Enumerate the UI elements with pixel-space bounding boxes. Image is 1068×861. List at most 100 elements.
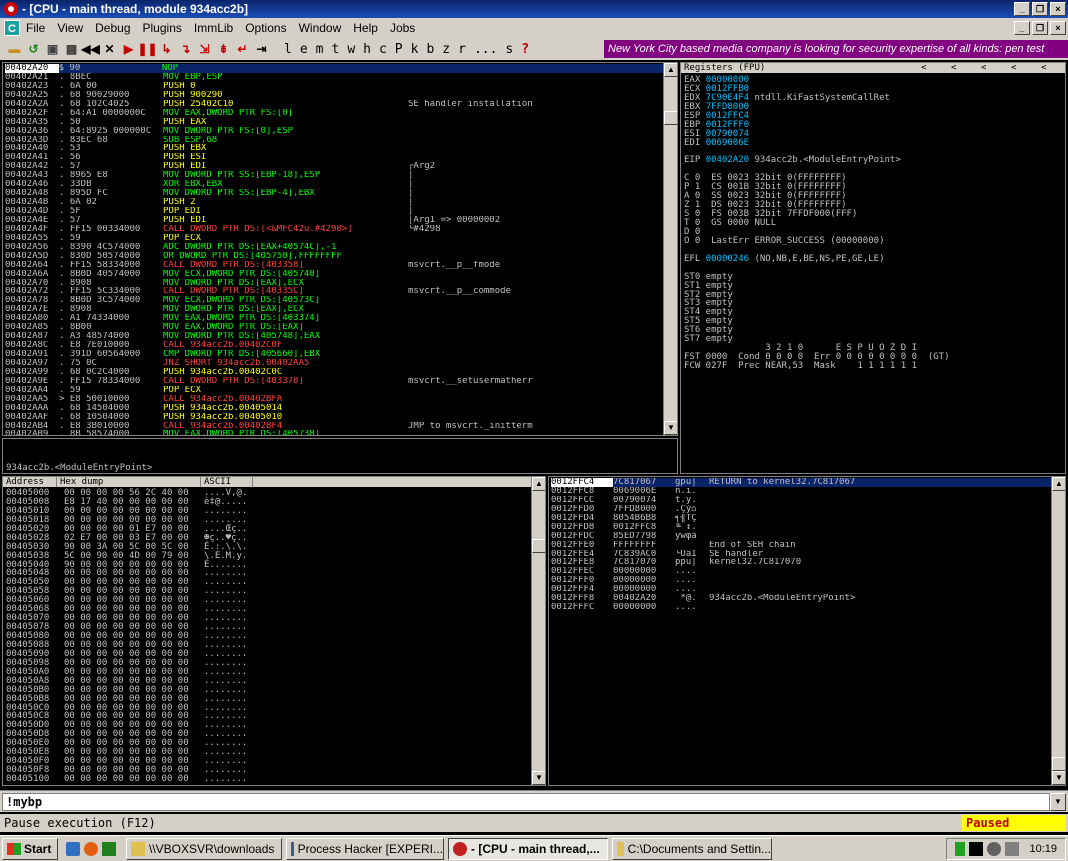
source-button[interactable]: s xyxy=(505,42,513,57)
disasm-row[interactable]: 00402A99 . 68 0C2C4000 PUSH 934acc2b.00402… xyxy=(5,368,663,377)
disassembly-scrollbar[interactable]: ▲ ▼ xyxy=(663,63,677,435)
step-over-icon[interactable]: ↴ xyxy=(177,40,194,58)
dump-header-hex[interactable]: Hex dump xyxy=(57,477,201,487)
title-bar[interactable]: - [CPU - main thread, module 934acc2b] _… xyxy=(0,0,1068,18)
disasm-row[interactable]: 00402A72 . FF15 5C334000 CALL DWORD PTR DS… xyxy=(5,287,663,296)
child-minimize-button[interactable]: _ xyxy=(1014,21,1030,35)
menu-options[interactable]: Options xyxy=(245,21,286,35)
call-stack-button[interactable]: k xyxy=(411,42,419,57)
reg-nav-arrow-icon[interactable]: < xyxy=(1011,63,1041,73)
disasm-row[interactable]: 00402A41 . 56 PUSH ESI xyxy=(5,153,663,162)
stack-scroll-thumb[interactable] xyxy=(1052,757,1065,771)
close-process-icon[interactable]: ▣ xyxy=(44,40,61,58)
dump-header-ascii[interactable]: ASCII xyxy=(201,477,253,487)
stack-row[interactable]: 0012FFD0 7FFD8000 .Çý⌂ xyxy=(551,505,1051,514)
reg-nav-arrow-icon[interactable]: < xyxy=(951,63,981,73)
dump-header-address[interactable]: Address xyxy=(3,477,57,487)
stack-row[interactable]: 0012FFDC 85ED7798 ÿwφà xyxy=(551,532,1051,541)
scroll-up-arrow-icon[interactable]: ▲ xyxy=(664,63,677,77)
references-button[interactable]: r xyxy=(458,42,466,57)
stack-row[interactable]: 0012FFFC 00000000.... xyxy=(551,603,1051,612)
tray-speaker-icon[interactable] xyxy=(1005,842,1020,856)
handles-button[interactable]: h xyxy=(363,42,371,57)
register-line[interactable]: O 0 LastErr ERROR_SUCCESS (00000000) xyxy=(684,236,950,246)
reg-nav-arrow-icon[interactable]: < xyxy=(921,63,951,73)
menu-file[interactable]: File xyxy=(26,21,45,35)
memory-map-button[interactable]: m xyxy=(316,42,324,57)
disasm-row[interactable]: 00402A70 . 8908 MOV DWORD PTR DS:[EAX],ECX xyxy=(5,279,663,288)
execute-till-return-icon[interactable]: ↵ xyxy=(234,40,251,58)
disasm-row[interactable]: 00402A55 . 59 POP ECX xyxy=(5,234,663,243)
menu-window[interactable]: Window xyxy=(299,21,342,35)
menu-jobs[interactable]: Jobs xyxy=(390,21,415,35)
disasm-row[interactable]: 00402A43 . 8965 E8 MOV DWORD PTR SS:[EBP-1… xyxy=(5,171,663,180)
trace-over-icon[interactable]: ⇟ xyxy=(215,40,232,58)
disassembly-pane[interactable]: 00402A20 $ 90 NOP 00402A21 . 8BEC MOV EBP,ESP… xyxy=(2,62,678,436)
disasm-row[interactable]: 00402A56 . 8390 4C574000 ADC DWORD PTR DS:… xyxy=(5,243,663,252)
scroll-up-arrow-icon[interactable]: ▲ xyxy=(532,477,545,491)
disasm-row[interactable]: 00402A4D . 5F POP EDI │ xyxy=(5,207,663,216)
disasm-row[interactable]: 00402A5D . 830D 50574000 OR DWORD PTR DS:[… xyxy=(5,252,663,261)
disassembly-scroll-thumb[interactable] xyxy=(664,111,677,125)
disasm-row[interactable]: 00402A6A . 8B0D 40574000 MOV ECX,DWORD PTR… xyxy=(5,270,663,279)
disasm-row[interactable]: 00402A21 . 8BEC MOV EBP,ESP xyxy=(5,73,663,82)
step-into-icon[interactable]: ↳ xyxy=(158,40,175,58)
registers-list[interactable]: EAX 00000000 ECX 0012FFB0 EDX 7C90E4F4 ntd… xyxy=(684,76,950,371)
menu-immlib[interactable]: ImmLib xyxy=(194,21,233,35)
log-window-button[interactable]: l xyxy=(284,42,292,57)
scroll-down-arrow-icon[interactable]: ▼ xyxy=(532,771,545,785)
disasm-row[interactable]: 00402A78 . 8B0D 3C574000 MOV ECX,DWORD PTR… xyxy=(5,296,663,305)
disasm-row[interactable]: 00402A40 . 53 PUSH EBX xyxy=(5,144,663,153)
dump-list[interactable]: 00405000 00 00 00 00 56 2C 40 00 ....V,@. 0… xyxy=(6,489,247,784)
disasm-row[interactable]: 00402AB9 . 8B 58574000 MOV EAX,DWORD PTR D… xyxy=(5,430,663,435)
hardware-breakpoints-button[interactable]: z xyxy=(442,42,450,57)
disasm-row[interactable]: 00402AB4 . E8 3B010000 CALL 934acc2b.00402… xyxy=(5,422,663,431)
cpu-window-icon[interactable]: C xyxy=(4,20,20,36)
tray-cmd-icon[interactable] xyxy=(969,842,984,856)
disasm-row[interactable]: 00402A25 . 68 90029000 PUSH 900290 xyxy=(5,91,663,100)
minimize-button[interactable]: _ xyxy=(1014,2,1030,16)
disasm-row[interactable]: 00402A35 . 50 PUSH EAX xyxy=(5,118,663,127)
menu-help[interactable]: Help xyxy=(353,21,378,35)
stack-row[interactable]: 0012FFF0 00000000.... xyxy=(551,576,1051,585)
dump-pane[interactable]: Address Hex dump ASCII 00405000 00 00 00 … xyxy=(2,476,546,786)
menu-view[interactable]: View xyxy=(57,21,83,35)
disasm-row[interactable]: 00402A4B . 6A 02 PUSH 2 │ xyxy=(5,198,663,207)
disasm-row[interactable]: 00402A8C . E8 7E010000 CALL 934acc2b.00402… xyxy=(5,341,663,350)
tray-settings-icon[interactable] xyxy=(987,842,1002,856)
disasm-row[interactable]: 00402A20 $ 90 NOP xyxy=(5,64,663,73)
stack-row[interactable]: 0012FFE8 7C817070 ppü| kernel32.7C817070 xyxy=(551,558,1051,567)
disasm-row[interactable]: 00402A36 . 64:8925 000000C MOV DWORD PTR F… xyxy=(5,127,663,136)
child-restore-button[interactable]: ❐ xyxy=(1032,21,1048,35)
quicklaunch-cmd-icon[interactable] xyxy=(102,841,116,856)
stack-row[interactable]: 0012FFEC 00000000.... xyxy=(551,567,1051,576)
breakpoints-button[interactable]: b xyxy=(426,42,434,57)
stack-row[interactable]: 0012FFE0 FFFFFFFF End of SEH chain xyxy=(551,541,1051,550)
register-line[interactable]: EIP 00402A20 934acc2b.<ModuleEntryPoint> xyxy=(684,156,950,165)
stack-row[interactable]: 0012FFD4 8054B6B8 ╕╢TÇ xyxy=(551,514,1051,523)
stack-row[interactable]: 0012FFF8 00402A20 *@. 934acc2b.<ModuleEntr… xyxy=(551,594,1051,603)
disasm-row[interactable]: 00402AAA . 68 14504000 PUSH 934acc2b.00405… xyxy=(5,404,663,413)
tray-network-icon[interactable] xyxy=(955,842,966,856)
stack-list[interactable]: 0012FFC4 7C817067 gpü| RETURN to kernel32.7… xyxy=(551,478,1051,612)
reg-nav-arrow-icon[interactable]: < xyxy=(1041,63,1061,73)
command-input[interactable]: !mybp xyxy=(2,793,1050,811)
disasm-row[interactable]: 00402A2A . 68 102C4025 PUSH 25402C10 SE han… xyxy=(5,100,663,109)
scroll-down-arrow-icon[interactable]: ▼ xyxy=(1052,771,1065,785)
taskbar-item-explorer[interactable]: C:\Documents and Settin... xyxy=(612,837,772,860)
disasm-row[interactable]: 00402A85 . 8B00 MOV EAX,DWORD PTR DS:[EAX] xyxy=(5,323,663,332)
disasm-row[interactable]: 00402A97 . 75 0C JNZ SHORT 934acc2b.00402A… xyxy=(5,359,663,368)
stack-row[interactable]: 0012FFC8 0069006E n.i. xyxy=(551,487,1051,496)
disasm-row[interactable]: 00402A2F . 64:A1 0000000C MOV EAX,DWORD PT… xyxy=(5,109,663,118)
disasm-row[interactable]: 00402A42 . 57 PUSH EDI ┌Arg2 xyxy=(5,162,663,171)
executable-modules-button[interactable]: e xyxy=(300,42,308,57)
taskbar-item-downloads[interactable]: \\VBOXSVR\downloads xyxy=(126,837,282,860)
attach-icon[interactable]: ▩ xyxy=(63,40,80,58)
register-line[interactable]: EDI 0069006E xyxy=(684,138,950,148)
taskbar-item-immunity[interactable]: - [CPU - main thread,... xyxy=(448,837,608,860)
stack-row[interactable]: 0012FFD8 0012FFC8 ╚ ↕. xyxy=(551,523,1051,532)
go-to-icon[interactable]: ⇥ xyxy=(253,40,270,58)
rewind-icon[interactable]: ↺ xyxy=(25,40,42,58)
patches-button[interactable]: P xyxy=(395,42,403,57)
restore-button[interactable]: ❐ xyxy=(1032,2,1048,16)
